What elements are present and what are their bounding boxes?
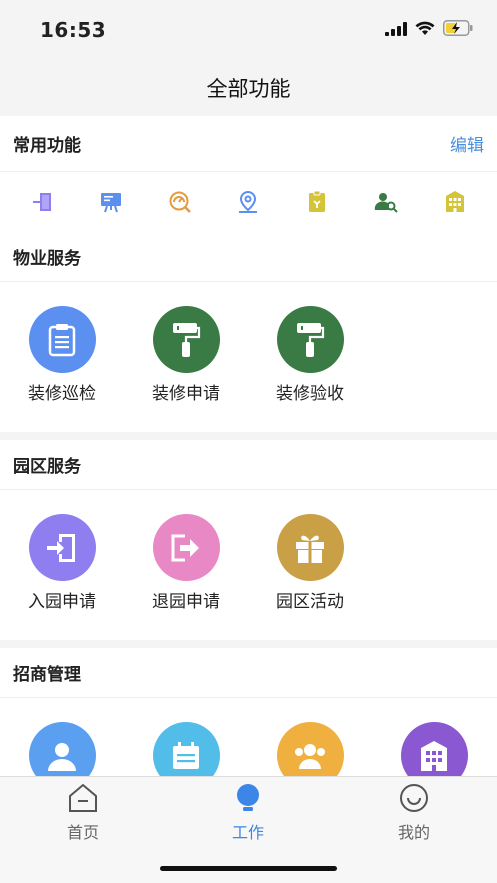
item-label: 园区活动 [276, 592, 344, 612]
tab-label: 我的 [397, 823, 430, 842]
exit-door-icon [152, 514, 220, 581]
presentation-icon[interactable] [97, 188, 125, 216]
paint-roller-icon [276, 306, 344, 373]
home-indicator [160, 866, 337, 871]
clipboard-icon [28, 306, 96, 373]
tab-mine[interactable]: 我的 [364, 783, 464, 843]
location-pin-icon[interactable] [234, 188, 262, 216]
content-scroll[interactable]: 常用功能 编辑 物业服务 装修巡检 装修申请 装修验收 园区服务 入园申请 退园… [0, 116, 497, 776]
grid-item-team[interactable] [248, 722, 372, 776]
enter-park-icon[interactable] [28, 188, 56, 216]
edit-button[interactable]: 编辑 [450, 131, 484, 156]
battery-icon [443, 20, 473, 40]
common-section-title: 常用功能 [13, 136, 81, 156]
status-time: 16:53 [40, 18, 107, 42]
home-icon [67, 783, 99, 817]
page-title: 全部功能 [206, 77, 291, 101]
grid-item-enter-park[interactable]: 入园申请 [0, 514, 124, 640]
wifi-icon [415, 21, 435, 40]
clipboard-icon[interactable] [303, 188, 331, 216]
lightbulb-icon [233, 783, 263, 817]
building-icon[interactable] [441, 188, 469, 216]
common-section-header: 常用功能 编辑 [0, 116, 497, 172]
grid-item-building[interactable] [372, 722, 496, 776]
item-label: 装修验收 [276, 384, 344, 404]
item-label: 入园申请 [28, 592, 96, 612]
section-divider [0, 640, 497, 648]
item-label: 装修巡检 [28, 384, 96, 404]
status-icons [385, 20, 473, 40]
status-bar: 16:53 [0, 0, 497, 62]
signal-icon [385, 21, 407, 40]
item-label: 退园申请 [152, 592, 220, 612]
tab-label: 工作 [231, 823, 264, 842]
user-search-icon[interactable] [372, 188, 400, 216]
grid-item-schedule[interactable] [124, 722, 248, 776]
investment-section-title: 招商管理 [13, 665, 81, 685]
item-label: 装修申请 [152, 384, 220, 404]
gift-icon [276, 514, 344, 581]
tab-home[interactable]: 首页 [33, 783, 133, 843]
enter-door-icon [28, 514, 96, 581]
property-section-header: 物业服务 [0, 232, 497, 282]
park-grid: 入园申请 退园申请 园区活动 [0, 490, 497, 640]
nav-bar: 全部功能 [0, 62, 497, 116]
property-section-title: 物业服务 [13, 249, 81, 269]
paint-roller-icon [152, 306, 220, 373]
investment-section-header: 招商管理 [0, 648, 497, 698]
property-grid: 装修巡检 装修申请 装修验收 [0, 282, 497, 432]
park-section-title: 园区服务 [13, 457, 81, 477]
group-icon [276, 722, 344, 776]
gauge-icon[interactable] [166, 188, 194, 216]
customer-icon [28, 722, 96, 776]
park-section-header: 园区服务 [0, 440, 497, 490]
investment-grid [0, 698, 497, 776]
grid-item-park-activities[interactable]: 园区活动 [248, 514, 372, 640]
section-divider [0, 432, 497, 440]
calendar-icon [152, 722, 220, 776]
grid-item-customer[interactable] [0, 722, 124, 776]
grid-item-renovation-inspection[interactable]: 装修巡检 [0, 306, 124, 432]
grid-item-exit-park[interactable]: 退园申请 [124, 514, 248, 640]
building-icon [400, 722, 468, 776]
quick-functions-row [0, 172, 497, 232]
tab-label: 首页 [66, 823, 99, 842]
tab-work[interactable]: 工作 [198, 783, 298, 843]
smile-icon [399, 783, 429, 817]
grid-item-renovation-acceptance[interactable]: 装修验收 [248, 306, 372, 432]
grid-item-renovation-application[interactable]: 装修申请 [124, 306, 248, 432]
